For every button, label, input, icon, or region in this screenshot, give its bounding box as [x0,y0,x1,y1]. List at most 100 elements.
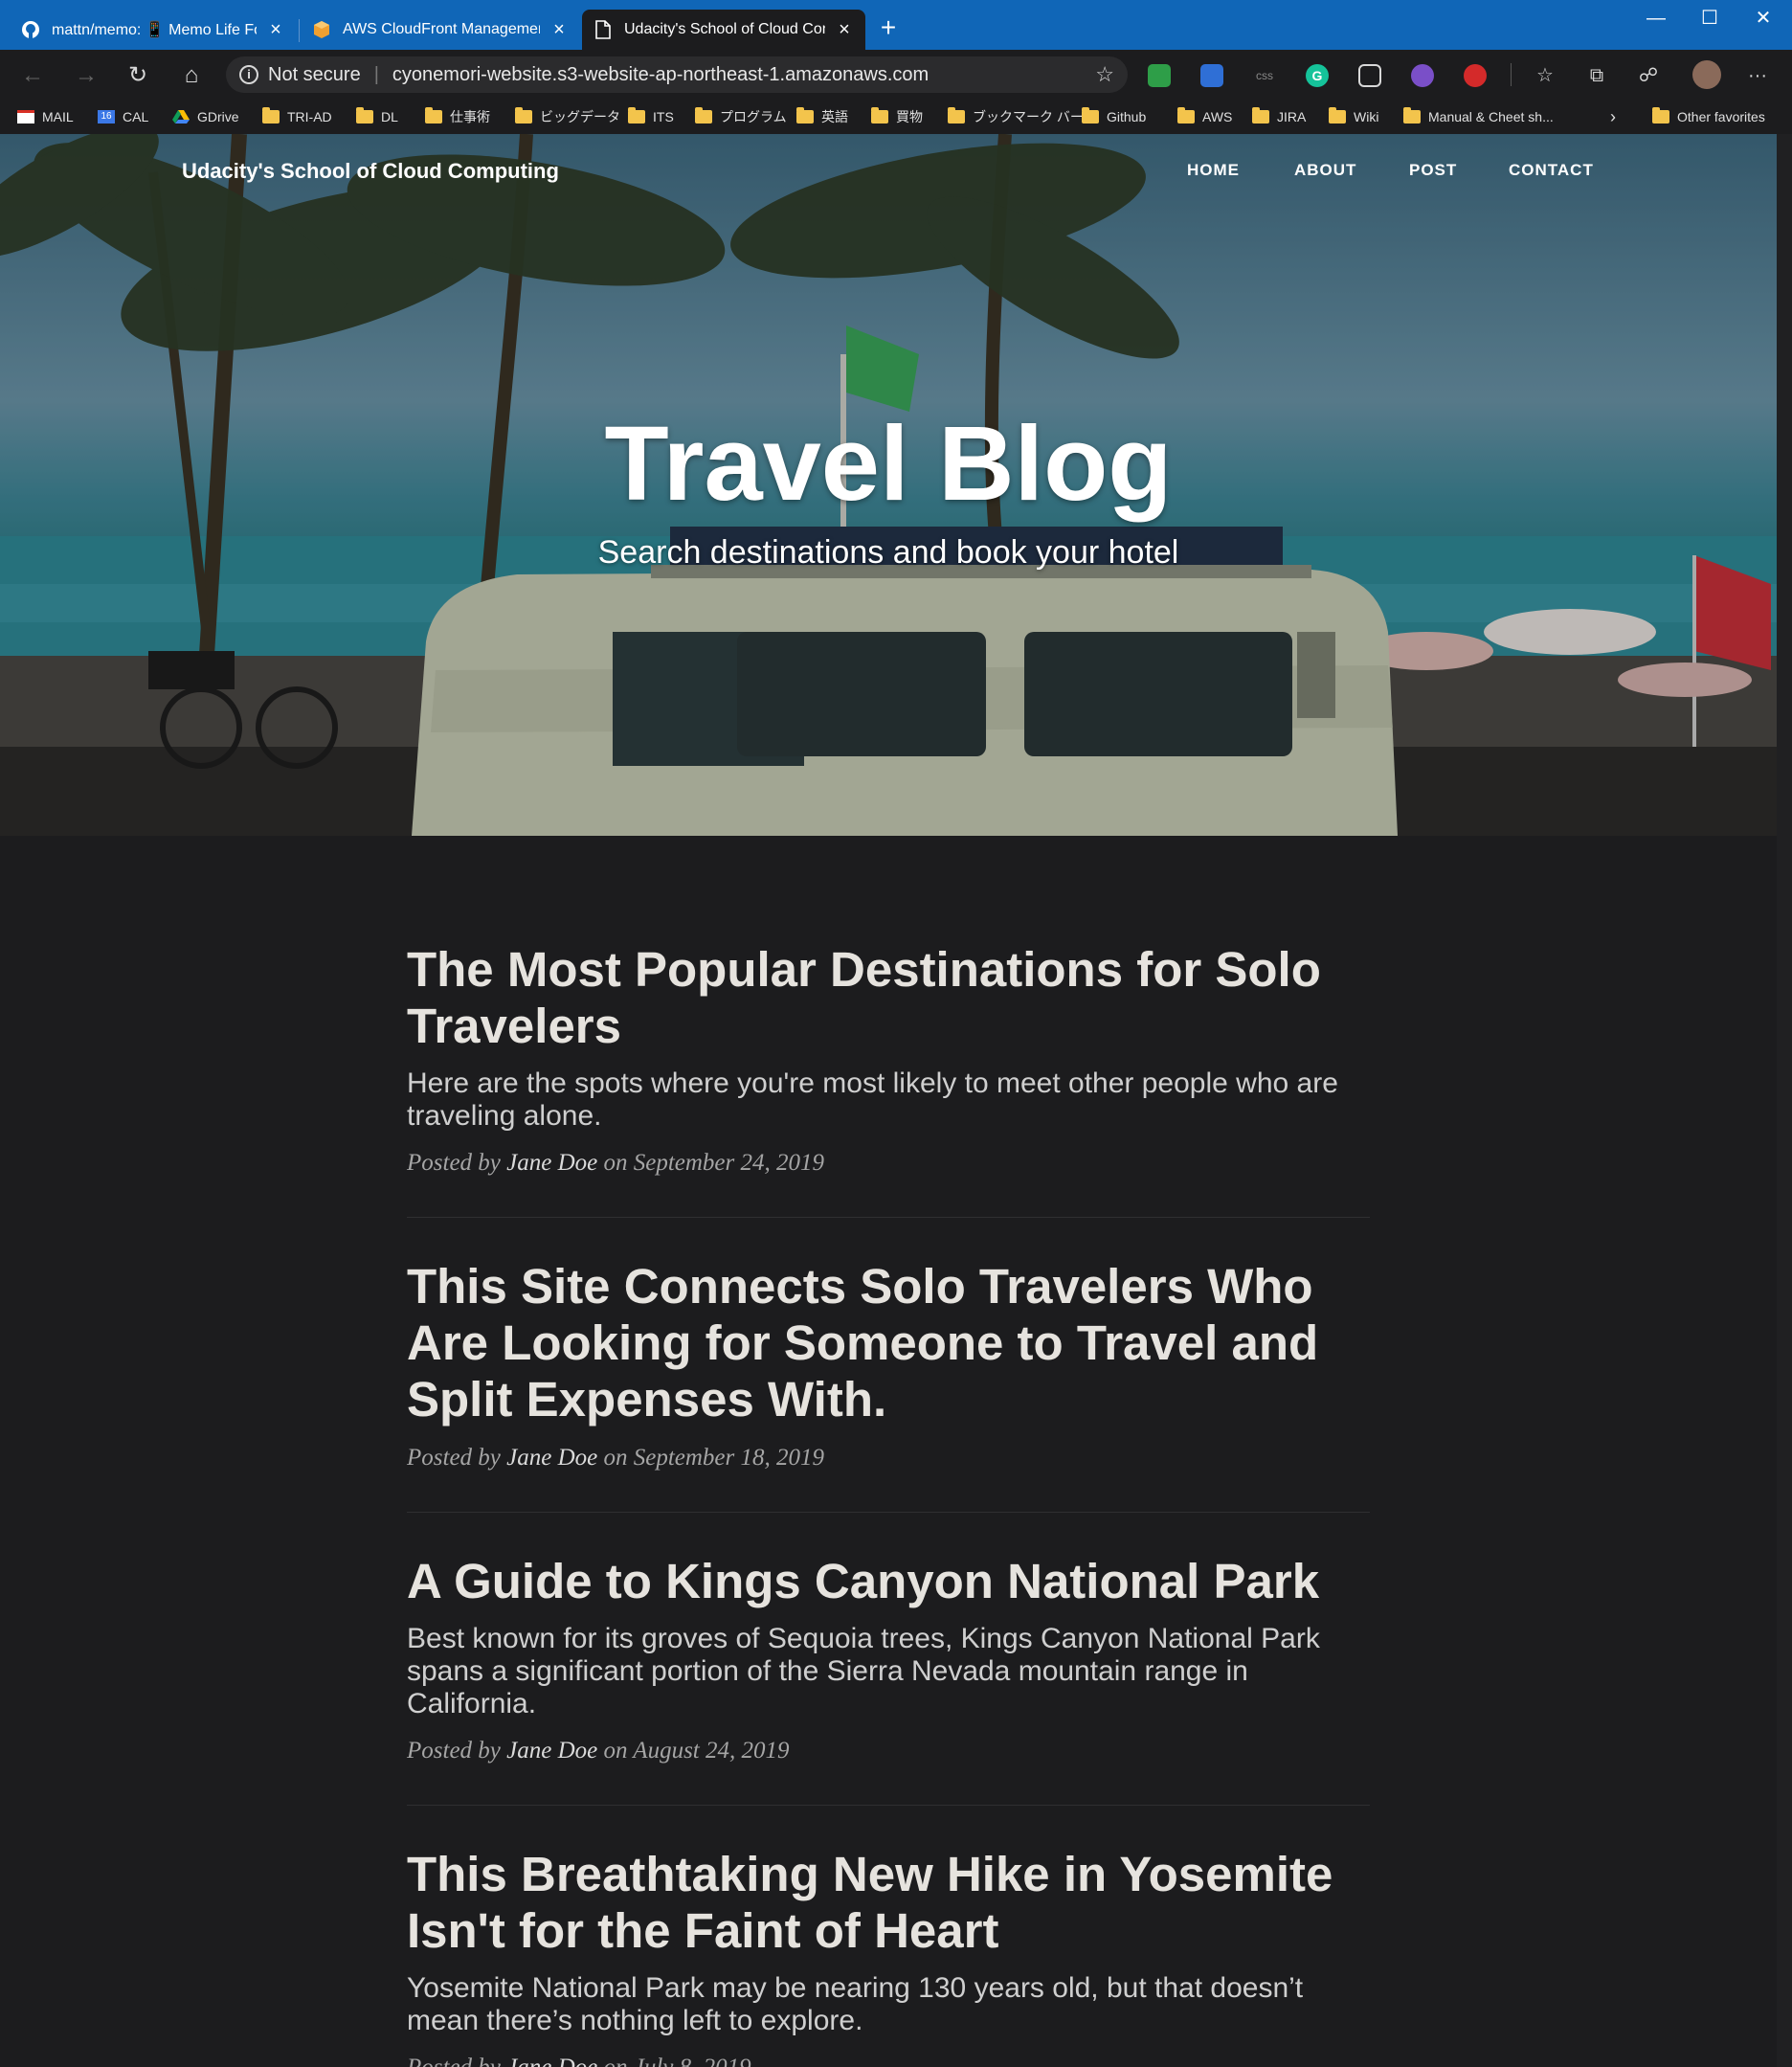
folder-icon [695,107,712,124]
post-preview[interactable]: A Guide to Kings Canyon National Park Be… [407,1553,1370,1806]
post-title[interactable]: A Guide to Kings Canyon National Park [407,1553,1370,1609]
page-icon [594,20,613,39]
bookmark-folder-its[interactable]: ITS [628,100,674,134]
tab-github[interactable]: mattn/memo: 📱 Memo Life For × [10,10,297,50]
close-window-button[interactable]: ✕ [1735,0,1792,36]
bookmark-mail[interactable]: MAIL [17,100,74,134]
bookmark-folder-program[interactable]: プログラム [695,100,787,134]
web-page: Udacity's School of Cloud Computing HOME… [0,134,1777,2067]
bookmarks-bar: MAIL 16 CAL GDrive TRI-AD DL 仕事術 ビッグデータ … [0,100,1792,134]
folder-icon [356,107,373,124]
post-title[interactable]: This Site Connects Solo Travelers Who Ar… [407,1258,1370,1427]
post-title[interactable]: This Breathtaking New Hike in Yosemite I… [407,1846,1370,1959]
nav-about[interactable]: ABOUT [1294,161,1356,180]
grammarly-icon[interactable]: G [1306,64,1329,87]
bookmark-folder-shopping[interactable]: 買物 [871,100,923,134]
bookmark-folder-bigdata[interactable]: ビッグデータ [515,100,620,134]
aws-box-icon [312,20,331,39]
home-button[interactable]: ⌂ [172,56,211,95]
favorite-star-icon[interactable]: ☆ [1095,62,1114,87]
chevron-right-icon[interactable]: › [1610,100,1616,134]
gmail-icon [17,110,34,124]
post-author[interactable]: Jane Doe [506,2055,597,2067]
folder-icon [948,107,965,124]
maximize-button[interactable]: ☐ [1681,0,1738,36]
bookmark-folder-bookmark-bar[interactable]: ブックマーク バー [948,100,1084,134]
folder-icon [796,107,814,124]
bookmark-folder-dl[interactable]: DL [356,100,398,134]
post-date: September 18, 2019 [633,1445,825,1471]
title-bar: mattn/memo: 📱 Memo Life For × AWS CloudF… [0,0,1792,50]
folder-icon [262,107,280,124]
post-meta: Posted by Jane Doe on July 8, 2019 [407,2055,1370,2067]
folder-icon [871,107,888,124]
bookmark-folder-wiki[interactable]: Wiki [1329,100,1378,134]
github-icon [21,20,40,39]
pocket-icon[interactable] [1358,64,1381,87]
evernote-icon[interactable] [1148,64,1171,87]
tab-udacity[interactable]: Udacity's School of Cloud Comp × [582,10,865,50]
calendar-icon: 16 [98,110,115,124]
refresh-button[interactable]: ↻ [119,56,157,95]
bookmark-folder-manual[interactable]: Manual & Cheet sh... [1403,100,1554,134]
post-subtitle[interactable]: Yosemite National Park may be nearing 13… [407,1972,1370,2037]
post-subtitle[interactable]: Here are the spots where you're most lik… [407,1067,1370,1133]
post-author[interactable]: Jane Doe [506,1738,597,1764]
post-meta: Posted by Jane Doe on August 24, 2019 [407,1738,790,1764]
bookmark-folder-github[interactable]: Github [1082,100,1146,134]
nav-contact[interactable]: CONTACT [1509,161,1594,180]
page-scrollbar[interactable] [1777,134,1792,2067]
post-subtitle[interactable]: Best known for its groves of Sequoia tre… [407,1623,1370,1720]
post-author[interactable]: Jane Doe [506,1445,597,1471]
bitwarden-icon[interactable] [1200,64,1223,87]
minimize-button[interactable]: — [1627,0,1685,36]
bookmark-folder-tri-ad[interactable]: TRI-AD [262,100,332,134]
toolbar-divider [1511,63,1512,86]
post-preview[interactable]: This Site Connects Solo Travelers Who Ar… [407,1258,1370,1513]
tab-divider [299,19,300,42]
nav-post[interactable]: POST [1409,161,1457,180]
folder-icon [425,107,442,124]
gdrive-icon [172,110,190,124]
tab-aws-cloudfront[interactable]: AWS CloudFront Management C × [301,10,580,50]
post-preview[interactable]: This Breathtaking New Hike in Yosemite I… [407,1846,1370,2067]
post-preview[interactable]: The Most Popular Destinations for Solo T… [407,941,1370,1218]
post-list: The Most Popular Destinations for Solo T… [407,941,1370,2067]
folder-icon [1403,107,1421,124]
bookmark-gdrive[interactable]: GDrive [172,100,239,134]
folder-icon [515,107,532,124]
bookmark-folder-jira[interactable]: JIRA [1252,100,1306,134]
url-text: cyonemori-website.s3-website-ap-northeas… [392,63,930,85]
profile-avatar[interactable] [1692,60,1721,89]
back-button[interactable]: ← [13,56,52,95]
more-menu-icon[interactable]: ··· [1738,56,1777,95]
folder-icon [1082,107,1099,124]
site-brand[interactable]: Udacity's School of Cloud Computing [182,159,559,184]
bookmark-folder-work[interactable]: 仕事術 [425,100,490,134]
extension-icon[interactable] [1411,64,1434,87]
forward-button[interactable]: → [67,56,105,95]
nav-home[interactable]: HOME [1187,161,1240,180]
bookmark-other-favorites[interactable]: Other favorites [1652,100,1765,134]
address-bar[interactable]: i Not secure | cyonemori-website.s3-webs… [226,56,1128,93]
bookmark-cal[interactable]: 16 CAL [98,100,148,134]
close-icon[interactable]: × [835,19,854,41]
favorites-icon[interactable]: ☆ [1526,56,1564,95]
bookmark-folder-english[interactable]: 英語 [796,100,848,134]
post-meta: Posted by Jane Doe on September 24, 2019 [407,1150,825,1176]
feedback-icon[interactable]: ☍ [1629,56,1668,95]
folder-icon [628,107,645,124]
new-tab-button[interactable]: + [871,11,906,46]
info-icon[interactable]: i [239,65,258,84]
post-date: July 8, 2019 [634,2055,751,2067]
css-viewer-icon[interactable]: css [1253,64,1276,87]
close-icon[interactable]: × [549,19,569,41]
post-title[interactable]: The Most Popular Destinations for Solo T… [407,941,1370,1054]
bookmark-folder-aws[interactable]: AWS [1177,100,1232,134]
close-icon[interactable]: × [266,19,285,41]
post-author[interactable]: Jane Doe [506,1150,597,1176]
lastpass-icon[interactable] [1464,64,1487,87]
post-date: September 24, 2019 [633,1150,825,1176]
folder-icon [1652,107,1669,124]
collections-icon[interactable]: ⧉ [1578,56,1616,95]
